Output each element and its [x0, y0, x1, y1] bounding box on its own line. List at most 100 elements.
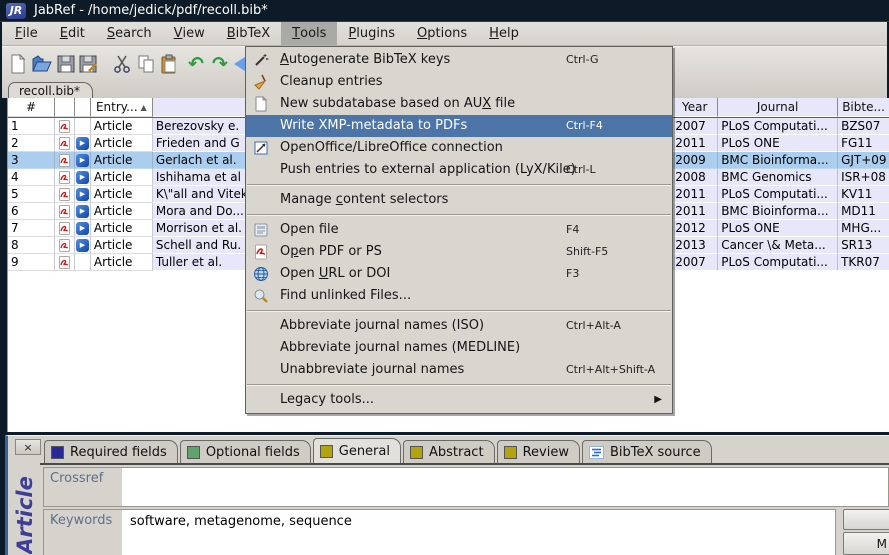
column-header-year[interactable]: Year: [672, 98, 718, 117]
entry-editor-tabs: Required fields Optional fields General …: [44, 438, 712, 463]
menu-bar: File Edit Search View BibTeX Tools Plugi…: [2, 22, 887, 46]
url-link-icon[interactable]: ▶: [76, 171, 89, 184]
menu-file[interactable]: File: [4, 22, 49, 45]
pdf-file-icon[interactable]: [59, 239, 70, 252]
pdf-file-icon[interactable]: [59, 222, 70, 235]
new-database-button[interactable]: [6, 51, 30, 77]
tab-optional-fields[interactable]: Optional fields: [180, 440, 311, 463]
column-header-entrytype[interactable]: Entry...▲: [91, 98, 153, 117]
pdf-file-icon: [253, 244, 269, 260]
tab-bibtex-source[interactable]: BibTeX source: [582, 440, 712, 463]
menuitem-open-url-doi[interactable]: Open URL or DOI F3: [246, 263, 672, 285]
menu-separator: [247, 384, 671, 386]
tabs-divider: [40, 463, 889, 465]
new-file-icon: [8, 53, 28, 75]
save-icon: [56, 54, 76, 74]
open-database-button[interactable]: [30, 51, 54, 77]
jabref-window: JR JabRef - /home/jedick/pdf/recoll.bib*…: [0, 0, 889, 555]
menuitem-open-file[interactable]: Open file F4: [246, 219, 672, 241]
menu-edit[interactable]: Edit: [49, 22, 96, 45]
menuitem-open-pdf-ps[interactable]: Open PDF or PS Shift-F5: [246, 241, 672, 263]
required-fields-color-icon: [51, 446, 64, 459]
paste-button[interactable]: [157, 51, 181, 77]
entry-type-label: Article: [13, 469, 37, 554]
pdf-file-icon[interactable]: [59, 120, 70, 133]
menuitem-unabbreviate[interactable]: Unabbreviate journal names Ctrl+Alt+Shif…: [246, 359, 672, 381]
bibtex-source-icon: [589, 446, 604, 459]
menu-plugins[interactable]: Plugins: [337, 22, 406, 45]
review-color-icon: [504, 446, 517, 459]
title-bar: JR JabRef - /home/jedick/pdf/recoll.bib*: [0, 0, 889, 22]
column-header-url[interactable]: [75, 98, 91, 117]
entry-type-strip: Article: [10, 465, 41, 554]
cleanup-broom-icon: [253, 74, 269, 90]
redo-icon: ↷: [212, 55, 228, 74]
menu-options[interactable]: Options: [406, 22, 478, 45]
tab-review[interactable]: Review: [497, 440, 580, 463]
pdf-file-icon[interactable]: [59, 171, 70, 184]
entry-editor-panel: × Required fields Optional fields Genera…: [5, 435, 889, 555]
general-color-icon: [320, 445, 333, 458]
globe-icon: [253, 266, 269, 282]
open-file-icon: [253, 222, 269, 238]
menuitem-find-unlinked-files[interactable]: Find unlinked Files...: [246, 285, 672, 307]
column-header-journal[interactable]: Journal: [718, 98, 838, 117]
undo-button[interactable]: ↶: [184, 51, 208, 77]
menuitem-openoffice-connection[interactable]: OpenOffice/LibreOffice connection: [246, 137, 672, 159]
save-as-button[interactable]: [76, 51, 100, 77]
menuitem-new-subdatabase[interactable]: New subdatabase based on AUX file: [246, 93, 672, 115]
menuitem-push-entries[interactable]: Push entries to external application (Ly…: [246, 159, 672, 181]
shortcut-label: Ctrl-G: [566, 49, 598, 71]
pdf-file-icon[interactable]: [59, 256, 70, 269]
url-link-icon[interactable]: ▶: [76, 188, 89, 201]
menu-separator: [247, 214, 671, 216]
keywords-field-label: Keywords: [43, 509, 123, 555]
menu-help[interactable]: Help: [478, 22, 530, 45]
tab-required-fields[interactable]: Required fields: [44, 440, 178, 463]
manage-selector-button[interactable]: M: [843, 532, 889, 555]
menuitem-cleanup-entries[interactable]: Cleanup entries: [246, 71, 672, 93]
magic-wand-icon: [253, 52, 269, 68]
pdf-file-icon[interactable]: [59, 154, 70, 167]
menu-tools[interactable]: Tools: [281, 22, 337, 45]
tools-dropdown-menu: Autogenerate BibTeX keys Ctrl-G Cleanup …: [245, 46, 673, 414]
tab-general[interactable]: General: [313, 438, 401, 463]
pdf-file-icon[interactable]: [59, 137, 70, 150]
cut-button[interactable]: [110, 51, 134, 77]
menu-bibtex[interactable]: BibTeX: [216, 22, 281, 45]
entry-editor-close-button[interactable]: ×: [15, 439, 41, 455]
column-header-file[interactable]: [55, 98, 75, 117]
jabref-app-icon: JR: [6, 3, 26, 19]
menuitem-autogenerate-keys[interactable]: Autogenerate BibTeX keys Ctrl-G: [246, 49, 672, 71]
url-link-icon[interactable]: ▶: [76, 154, 89, 167]
sort-ascending-icon: ▲: [141, 103, 147, 112]
save-database-button[interactable]: [54, 51, 78, 77]
menuitem-abbreviate-iso[interactable]: Abbreviate journal names (ISO) Ctrl+Alt-…: [246, 315, 672, 337]
url-link-icon[interactable]: ▶: [76, 222, 89, 235]
open-folder-icon: [31, 53, 53, 75]
pdf-file-icon[interactable]: [59, 205, 70, 218]
column-header-bibtexkey[interactable]: Bibte...: [838, 98, 889, 117]
copy-icon: [136, 54, 156, 74]
crossref-input[interactable]: [122, 467, 889, 507]
crossref-field-label: Crossref: [43, 467, 123, 507]
keywords-input[interactable]: software, metagenome, sequence: [122, 509, 836, 555]
copy-button[interactable]: [134, 51, 158, 77]
redo-button[interactable]: ↷: [208, 51, 232, 77]
abstract-color-icon: [410, 446, 423, 459]
pdf-file-icon[interactable]: [59, 188, 70, 201]
file-tab-recoll[interactable]: recoll.bib*: [8, 82, 93, 99]
field-extra-button[interactable]: [843, 509, 889, 530]
menuitem-manage-content-selectors[interactable]: Manage content selectors: [246, 189, 672, 211]
url-link-icon[interactable]: ▶: [76, 205, 89, 218]
menu-view[interactable]: View: [163, 22, 216, 45]
tab-abstract[interactable]: Abstract: [403, 440, 495, 463]
menuitem-legacy-tools[interactable]: Legacy tools... ▶: [246, 389, 672, 411]
column-header-number[interactable]: #: [8, 98, 55, 117]
url-link-icon[interactable]: ▶: [76, 137, 89, 150]
url-link-icon[interactable]: ▶: [76, 239, 89, 252]
save-as-icon: [78, 54, 98, 74]
menuitem-write-xmp-metadata[interactable]: Write XMP-metadata to PDFs Ctrl-F4: [246, 115, 672, 137]
menu-search[interactable]: Search: [96, 22, 163, 45]
menuitem-abbreviate-medline[interactable]: Abbreviate journal names (MEDLINE): [246, 337, 672, 359]
